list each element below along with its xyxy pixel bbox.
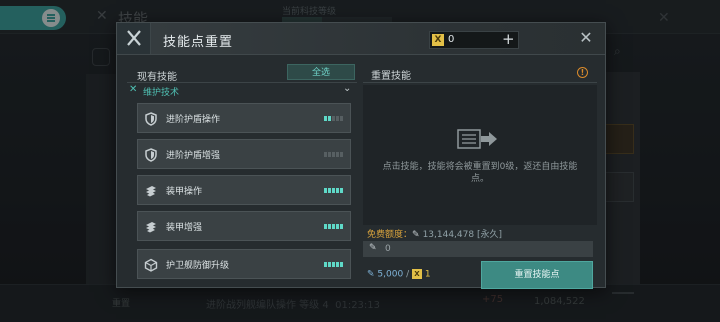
free-quota-value: 13,144,478 [永久] <box>422 230 502 240</box>
skill-reset-dialog: 技能点重置 X 0 + ✕ 现有技能 全选 ✕ 维护技术 ⌄ 进阶护盾操作 进阶… <box>116 22 606 289</box>
reset-instructions: 点击技能，技能将会被重置到0级，返还自由技能点。 <box>382 162 578 184</box>
skill-name: 护卫舰防御升级 <box>166 261 230 271</box>
shield-icon <box>144 147 158 162</box>
menu-icon <box>42 9 60 27</box>
reset-points-input[interactable]: ✎ 0 <box>363 241 593 257</box>
cost-separator: / <box>406 269 410 280</box>
current-skills-panel: 现有技能 全选 ✕ 维护技术 ⌄ 进阶护盾操作 进阶护盾增强 装甲操作 装甲增强… <box>127 63 357 285</box>
skill-points-icon: ✎ <box>369 243 377 253</box>
cost-points: 5,000 <box>377 269 404 280</box>
category-label: 维护技术 <box>143 88 180 98</box>
reset-drop-area: 点击技能，技能将会被重置到0级，返还自由技能点。 <box>363 85 597 225</box>
skill-logo-icon <box>117 23 151 54</box>
skill-item[interactable]: 进阶护盾操作 <box>137 103 351 133</box>
skill-item[interactable]: 装甲增强 <box>137 211 351 241</box>
reset-skills-panel: 重置技能 ! 点击技能，技能将会被重置到0级，返还自由技能点。 免费额度：✎ 13… <box>363 63 597 289</box>
reset-panel-header: 重置技能 ! <box>363 63 597 83</box>
skill-level-bar <box>324 116 346 121</box>
main-menu-button[interactable] <box>0 6 66 30</box>
background-side-button[interactable] <box>604 172 634 202</box>
user-icon[interactable] <box>92 48 110 66</box>
skill-name: 进阶护盾操作 <box>166 115 221 125</box>
free-quota-label: 免费额度： <box>367 230 413 240</box>
current-skills-title: 现有技能 <box>137 72 177 83</box>
armor-icon <box>144 183 158 197</box>
skill-name: 装甲增强 <box>166 223 203 233</box>
background-close-icon[interactable]: ✕ <box>658 10 670 26</box>
skill-item[interactable]: 进阶护盾增强 <box>137 139 351 169</box>
wrench-icon: ✕ <box>129 84 138 95</box>
shop-button[interactable] <box>604 124 634 154</box>
background-queue-text: 进阶战列舰编队操作 等级 4 01:23:13 <box>206 300 381 311</box>
skill-icon: ✕ <box>96 8 108 24</box>
cube-icon <box>144 257 158 272</box>
skill-level-bar <box>324 262 346 267</box>
close-icon[interactable]: ✕ <box>577 29 595 47</box>
background-left-strip <box>86 74 116 284</box>
pen-icon: ✎ <box>367 269 375 280</box>
gold-token-icon: X <box>411 269 422 279</box>
search-icon[interactable]: ⌕ <box>614 44 621 59</box>
dialog-title: 技能点重置 <box>163 35 234 50</box>
currency-display: X 0 + <box>429 30 519 49</box>
transfer-icon <box>457 127 499 151</box>
skill-level-bar <box>324 152 346 157</box>
skill-item[interactable]: 护卫舰防御升级 <box>137 249 351 279</box>
gold-token-icon: X <box>432 34 444 46</box>
reset-points-value: 0 <box>385 244 391 254</box>
background-points-count: 1,084,522 <box>534 296 585 307</box>
category-header[interactable]: ✕ 维护技术 ⌄ <box>127 83 357 98</box>
currency-value: 0 <box>448 34 455 45</box>
background-plus-count: +75 <box>482 294 504 305</box>
armor-icon <box>144 219 158 233</box>
reset-cost: ✎ 5,000 / X 1 <box>367 269 431 280</box>
skill-level-bar <box>324 224 346 229</box>
background-reset-label: 重置 <box>112 299 131 309</box>
background-list-icon[interactable] <box>612 292 634 308</box>
cost-gold: 1 <box>424 269 431 280</box>
divider <box>127 82 357 83</box>
chevron-down-icon: ⌄ <box>343 83 352 94</box>
reset-panel-title: 重置技能 <box>371 71 411 82</box>
skill-level-bar <box>324 188 346 193</box>
reset-skill-points-button[interactable]: 重置技能点 <box>481 261 593 289</box>
skill-name: 进阶护盾增强 <box>166 151 221 161</box>
skill-name: 装甲操作 <box>166 187 203 197</box>
skill-item[interactable]: 装甲操作 <box>137 175 351 205</box>
tech-level-label: 当前科技等级 <box>282 7 337 17</box>
info-icon[interactable]: ! <box>577 67 588 78</box>
shield-icon <box>144 111 158 126</box>
add-currency-button[interactable]: + <box>502 30 515 48</box>
pen-icon: ✎ <box>412 230 420 240</box>
select-all-button[interactable]: 全选 <box>287 64 355 80</box>
free-quota: 免费额度：✎ 13,144,478 [永久] <box>367 227 502 240</box>
dialog-header: 技能点重置 X 0 + ✕ <box>117 23 605 55</box>
